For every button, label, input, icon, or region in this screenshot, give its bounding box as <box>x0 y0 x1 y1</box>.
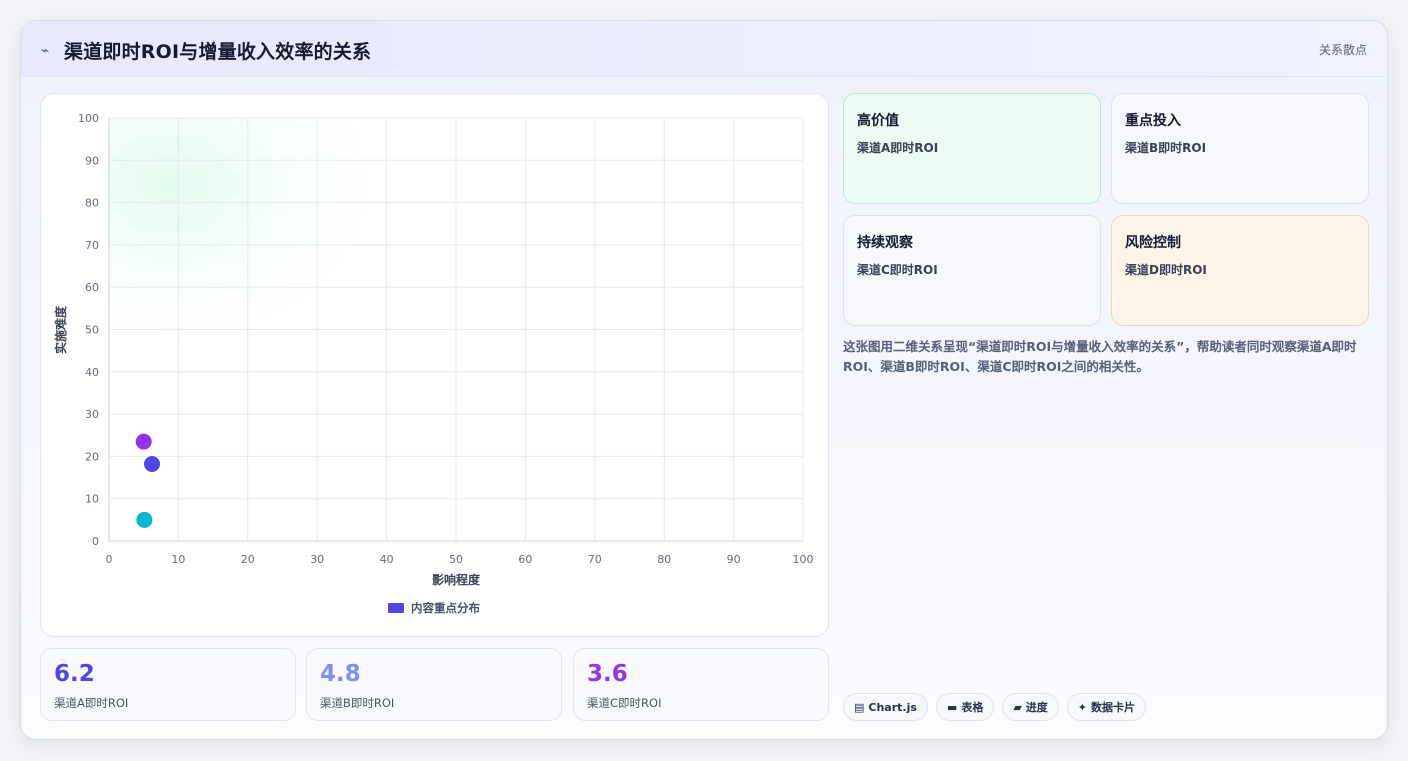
quadrant-card-key-investment: 重点投入 渠道B即时ROI <box>1111 93 1369 204</box>
x-axis-label: 影响程度 <box>432 572 481 587</box>
x-tick-label: 30 <box>310 553 324 566</box>
chip-progress[interactable]: ▰ 进度 <box>1002 693 1059 721</box>
chip-label: 数据卡片 <box>1091 701 1136 714</box>
page-title: 渠道即时ROI与增量收入效率的关系 <box>64 41 372 63</box>
y-tick-label: 0 <box>92 535 99 548</box>
quadrant-subtitle: 渠道D即时ROI <box>1125 263 1207 277</box>
y-tick-label: 80 <box>85 197 99 210</box>
quadrant-title: 风险控制 <box>1125 235 1181 251</box>
kpi-card-a: 6.2 渠道A即时ROI <box>40 648 296 721</box>
quadrant-title: 重点投入 <box>1125 113 1181 129</box>
kpi-card-c: 3.6 渠道C即时ROI <box>573 648 829 721</box>
y-tick-label: 10 <box>85 493 99 506</box>
legend-label: 内容重点分布 <box>411 601 480 615</box>
y-tick-label: 20 <box>85 450 99 463</box>
scatter-chart-panel: 0 10 20 30 40 50 60 70 80 90 100 0 10 20 30 40 50 60 70 80 9… <box>40 93 829 637</box>
scatter-chart: 0 10 20 30 40 50 60 70 80 90 100 0 10 20 30 40 50 60 70 80 9… <box>53 112 814 615</box>
y-tick-label: 50 <box>85 324 99 337</box>
x-tick-label: 10 <box>171 553 185 566</box>
scatter-point[interactable] <box>136 511 153 528</box>
card-header: ⌁ 渠道即时ROI与增量收入效率的关系 关系散点 <box>21 21 1387 77</box>
kpi-label: 渠道C即时ROI <box>587 696 662 710</box>
chart-type-tag: 关系散点 <box>1318 43 1367 57</box>
kpi-value: 4.8 <box>320 661 361 687</box>
progress-icon: ▰ <box>1013 700 1022 714</box>
chip-label: 表格 <box>961 701 984 714</box>
chip-data-cards[interactable]: ✦ 数据卡片 <box>1066 693 1147 721</box>
x-tick-label: 90 <box>727 553 741 566</box>
bolt-icon: ⌁ <box>41 42 50 59</box>
chip-table[interactable]: ▬ 表格 <box>935 693 995 721</box>
quadrant-subtitle: 渠道C即时ROI <box>857 263 938 277</box>
sparkle-icon: ✦ <box>1077 700 1088 714</box>
x-tick-label: 0 <box>106 553 113 566</box>
x-tick-label: 80 <box>657 553 671 566</box>
x-tick-label: 70 <box>588 553 602 566</box>
y-axis-label: 实施难度 <box>53 305 68 354</box>
quadrant-title: 高价值 <box>857 113 899 129</box>
kpi-value: 3.6 <box>587 661 628 687</box>
x-tick-label: 60 <box>518 553 532 566</box>
scatter-point[interactable] <box>144 456 161 473</box>
kpi-card-b: 4.8 渠道B即时ROI <box>306 648 562 721</box>
chip-label: 进度 <box>1025 701 1048 714</box>
chip-chartjs[interactable]: ▤ Chart.js <box>843 693 928 721</box>
quadrant-subtitle: 渠道B即时ROI <box>1125 141 1207 155</box>
x-tick-label: 40 <box>380 553 394 566</box>
kpi-value: 6.2 <box>54 661 95 687</box>
y-tick-label: 40 <box>85 366 99 379</box>
quadrant-subtitle: 渠道A即时ROI <box>857 141 939 155</box>
y-tick-label: 70 <box>85 239 99 252</box>
kpi-label: 渠道A即时ROI <box>54 696 129 710</box>
x-tick-label: 20 <box>241 553 255 566</box>
quadrant-card-high-value: 高价值 渠道A即时ROI <box>843 93 1101 204</box>
quadrant-title: 持续观察 <box>857 235 913 251</box>
x-tick-label: 100 <box>793 553 814 566</box>
y-tick-label: 90 <box>85 154 99 167</box>
y-tick-label: 60 <box>85 281 99 294</box>
chart-description: 这张图用二维关系呈现“渠道即时ROI与增量收入效率的关系”，帮助读者同时观察渠道… <box>843 339 1357 374</box>
legend-swatch <box>388 603 404 613</box>
feature-chips: ▤ Chart.js ▬ 表格 ▰ 进度 ✦ 数据卡片 <box>843 693 1147 721</box>
y-tick-label: 100 <box>78 112 99 125</box>
kpi-label: 渠道B即时ROI <box>320 696 395 710</box>
chip-label: Chart.js <box>868 700 917 714</box>
x-tick-label: 50 <box>449 553 463 566</box>
chart-icon: ▤ <box>854 700 865 714</box>
quadrant-card-risk-control: 风险控制 渠道D即时ROI <box>1111 215 1369 326</box>
quadrant-card-observe: 持续观察 渠道C即时ROI <box>843 215 1101 326</box>
background-glow <box>109 118 529 448</box>
table-icon: ▬ <box>946 700 958 714</box>
dashboard-card: ⌁ 渠道即时ROI与增量收入效率的关系 关系散点 0 10 20 30 40 50 60 70… <box>20 20 1388 740</box>
y-tick-label: 30 <box>85 408 99 421</box>
chart-legend[interactable]: 内容重点分布 <box>388 601 480 615</box>
scatter-point[interactable] <box>135 433 152 450</box>
